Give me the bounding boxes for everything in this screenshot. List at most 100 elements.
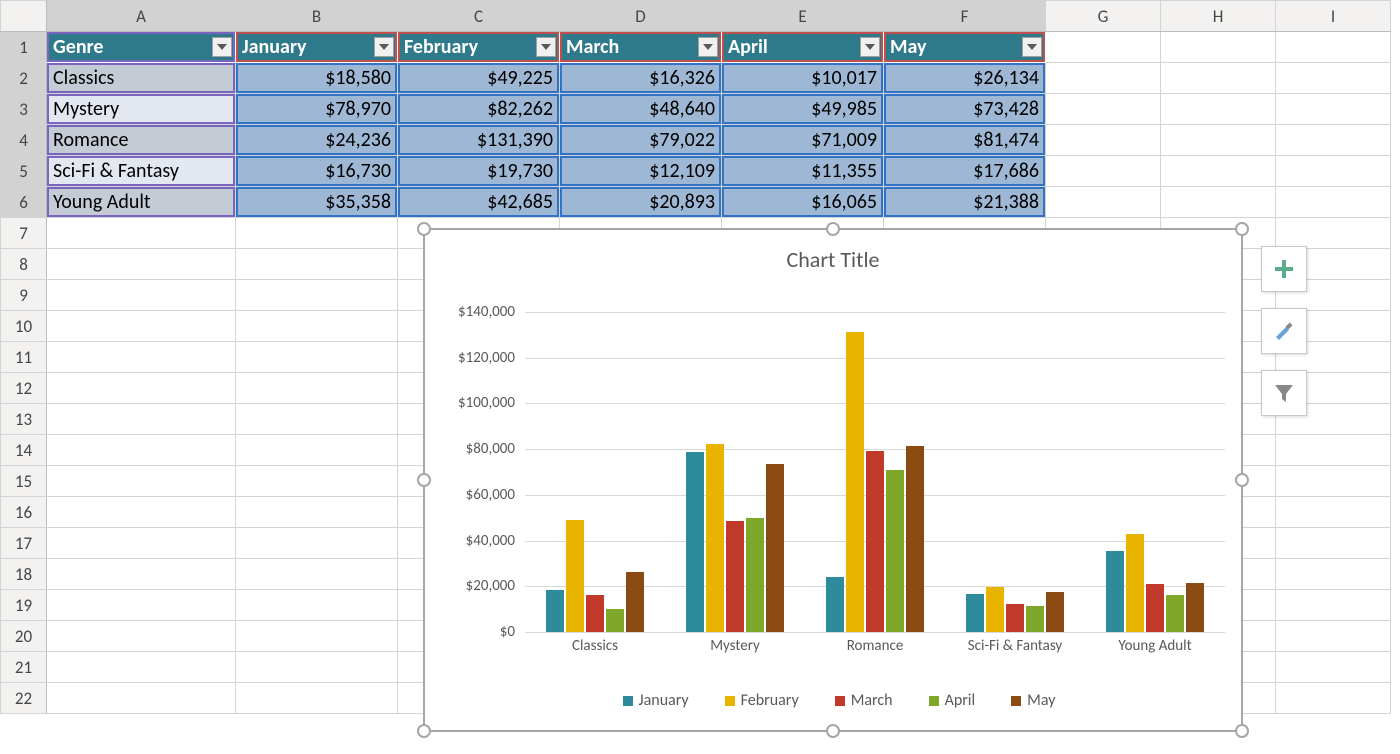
chart-bar[interactable] — [1186, 583, 1204, 632]
cell-F3[interactable]: $73,428 — [884, 94, 1046, 125]
cell-A3[interactable]: Mystery — [47, 94, 236, 125]
chart-title[interactable]: Chart Title — [425, 246, 1241, 273]
cell-H4[interactable] — [1161, 125, 1276, 156]
cell-E5[interactable]: $11,355 — [722, 156, 884, 187]
chart-legend[interactable]: JanuaryFebruaryMarchAprilMay — [425, 691, 1241, 710]
cell-G2[interactable] — [1046, 63, 1161, 94]
cell-I20[interactable] — [1276, 621, 1391, 652]
cell-I19[interactable] — [1276, 590, 1391, 621]
cell-I7[interactable] — [1276, 218, 1391, 249]
cell-B16[interactable] — [236, 497, 398, 528]
cell-G3[interactable] — [1046, 94, 1161, 125]
cell-B9[interactable] — [236, 280, 398, 311]
cell-B12[interactable] — [236, 373, 398, 404]
cell-F4[interactable]: $81,474 — [884, 125, 1046, 156]
cell-I4[interactable] — [1276, 125, 1391, 156]
legend-item[interactable]: May — [999, 691, 1055, 710]
row-header-20[interactable]: 20 — [1, 621, 47, 652]
cell-A13[interactable] — [47, 404, 236, 435]
cell-A10[interactable] — [47, 311, 236, 342]
row-header-15[interactable]: 15 — [1, 466, 47, 497]
cell-C4[interactable]: $131,390 — [398, 125, 560, 156]
chart-bar[interactable] — [726, 521, 744, 632]
legend-item[interactable]: April — [917, 691, 976, 710]
cell-H2[interactable] — [1161, 63, 1276, 94]
legend-item[interactable]: February — [713, 691, 799, 710]
chart-bar[interactable] — [1026, 606, 1044, 632]
row-header-9[interactable]: 9 — [1, 280, 47, 311]
chart-bar[interactable] — [826, 577, 844, 632]
cell-I21[interactable] — [1276, 652, 1391, 683]
chart-bar[interactable] — [586, 595, 604, 632]
cell-I14[interactable] — [1276, 435, 1391, 466]
resize-handle[interactable] — [417, 724, 431, 738]
cell-B2[interactable]: $18,580 — [236, 63, 398, 94]
cell-I2[interactable] — [1276, 63, 1391, 94]
column-header-G[interactable]: G — [1046, 1, 1161, 32]
select-all-corner[interactable] — [1, 1, 47, 32]
cell-B8[interactable] — [236, 249, 398, 280]
filter-dropdown-button[interactable] — [860, 37, 880, 57]
cell-G4[interactable] — [1046, 125, 1161, 156]
column-header-H[interactable]: H — [1161, 1, 1276, 32]
cell-I16[interactable] — [1276, 497, 1391, 528]
cell-I1[interactable] — [1276, 32, 1391, 63]
row-header-21[interactable]: 21 — [1, 652, 47, 683]
cell-B1[interactable]: January — [236, 32, 398, 63]
chart-bar[interactable] — [606, 609, 624, 632]
cell-B20[interactable] — [236, 621, 398, 652]
resize-handle[interactable] — [417, 222, 431, 236]
cell-B14[interactable] — [236, 435, 398, 466]
resize-handle[interactable] — [1235, 222, 1249, 236]
column-header-B[interactable]: B — [236, 1, 398, 32]
cell-A4[interactable]: Romance — [47, 125, 236, 156]
row-header-6[interactable]: 6 — [1, 187, 47, 218]
cell-I15[interactable] — [1276, 466, 1391, 497]
cell-G1[interactable] — [1046, 32, 1161, 63]
cell-D1[interactable]: March — [560, 32, 722, 63]
cell-E1[interactable]: April — [722, 32, 884, 63]
cell-A18[interactable] — [47, 559, 236, 590]
chart-bar[interactable] — [1106, 551, 1124, 632]
filter-dropdown-button[interactable] — [1022, 37, 1042, 57]
cell-C3[interactable]: $82,262 — [398, 94, 560, 125]
filter-dropdown-button[interactable] — [536, 37, 556, 57]
row-header-10[interactable]: 10 — [1, 311, 47, 342]
resize-handle[interactable] — [417, 473, 431, 487]
row-header-4[interactable]: 4 — [1, 125, 47, 156]
cell-A8[interactable] — [47, 249, 236, 280]
chart-styles-button[interactable] — [1261, 308, 1307, 354]
row-header-17[interactable]: 17 — [1, 528, 47, 559]
column-header-C[interactable]: C — [398, 1, 560, 32]
cell-G6[interactable] — [1046, 187, 1161, 218]
column-header-F[interactable]: F — [884, 1, 1046, 32]
cell-A19[interactable] — [47, 590, 236, 621]
chart-bar[interactable] — [1006, 604, 1024, 632]
cell-A22[interactable] — [47, 683, 236, 714]
cell-A17[interactable] — [47, 528, 236, 559]
chart-plot-area[interactable]: $0$20,000$40,000$60,000$80,000$100,000$1… — [525, 312, 1225, 632]
chart-bar[interactable] — [1126, 534, 1144, 632]
cell-A15[interactable] — [47, 466, 236, 497]
cell-B17[interactable] — [236, 528, 398, 559]
cell-B11[interactable] — [236, 342, 398, 373]
cell-A7[interactable] — [47, 218, 236, 249]
cell-B5[interactable]: $16,730 — [236, 156, 398, 187]
row-header-18[interactable]: 18 — [1, 559, 47, 590]
cell-I6[interactable] — [1276, 187, 1391, 218]
chart-bar[interactable] — [1166, 595, 1184, 632]
cell-H5[interactable] — [1161, 156, 1276, 187]
cell-A11[interactable] — [47, 342, 236, 373]
cell-B15[interactable] — [236, 466, 398, 497]
row-header-11[interactable]: 11 — [1, 342, 47, 373]
row-header-13[interactable]: 13 — [1, 404, 47, 435]
resize-handle[interactable] — [826, 724, 840, 738]
cell-F1[interactable]: May — [884, 32, 1046, 63]
row-header-1[interactable]: 1 — [1, 32, 47, 63]
cell-E3[interactable]: $49,985 — [722, 94, 884, 125]
chart-bar[interactable] — [566, 520, 584, 633]
row-header-22[interactable]: 22 — [1, 683, 47, 714]
cell-D4[interactable]: $79,022 — [560, 125, 722, 156]
cell-G5[interactable] — [1046, 156, 1161, 187]
cell-A2[interactable]: Classics — [47, 63, 236, 94]
